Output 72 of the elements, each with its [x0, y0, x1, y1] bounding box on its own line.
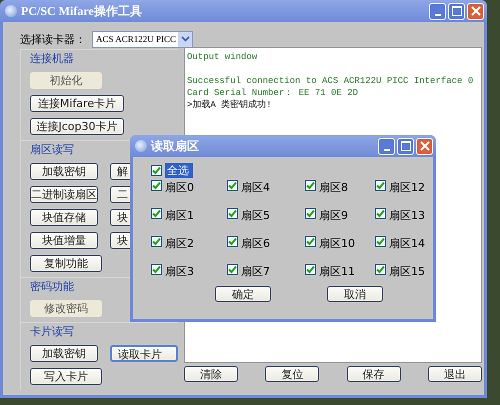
app-icon [135, 140, 147, 152]
checkbox[interactable] [151, 165, 162, 176]
select-all-label[interactable]: 全选 [165, 163, 193, 178]
checkbox[interactable] [375, 208, 386, 219]
action-button[interactable]: 加载密钥 [30, 345, 98, 362]
checkbox[interactable] [375, 180, 386, 191]
maximize-button[interactable] [397, 138, 414, 154]
group-title: 连接机器 [30, 51, 74, 66]
action-button[interactable]: 复制功能 [30, 255, 102, 272]
checkbox[interactable] [151, 208, 162, 219]
sector-label[interactable]: 扇区3 [165, 264, 194, 279]
group-title: 扇区读写 [30, 142, 74, 157]
sector-label[interactable]: 扇区8 [319, 180, 348, 195]
checkbox[interactable] [305, 208, 316, 219]
dialog-button[interactable]: 确定 [215, 286, 271, 302]
checkbox[interactable] [305, 264, 316, 275]
close-button[interactable] [467, 2, 484, 20]
checkbox[interactable] [227, 208, 238, 219]
sector-label[interactable]: 扇区1 [165, 208, 194, 223]
sector-label[interactable]: 扇区10 [319, 236, 355, 251]
minimize-button[interactable] [429, 2, 446, 20]
maximize-button[interactable] [448, 2, 465, 20]
sector-label[interactable]: 扇区6 [241, 236, 270, 251]
checkbox[interactable] [227, 236, 238, 247]
reader-label: 选择读卡器： [20, 32, 86, 46]
output-line: Card Serial Number： EE 71 0E 2D [187, 87, 360, 99]
action-button[interactable]: 写入卡片 [30, 368, 102, 385]
window-title: PC/SC Mifare操作工具 [21, 2, 143, 20]
action-button[interactable]: 二进制读扇区 [30, 186, 98, 203]
action-button[interactable]: 块值存储 [30, 209, 98, 226]
close-icon [470, 6, 480, 16]
bottom-button[interactable]: 保存 [346, 366, 401, 382]
output-line: >加载A 类密钥成功! [187, 99, 273, 111]
sector-label[interactable]: 扇区7 [241, 264, 270, 279]
sector-label[interactable]: 扇区9 [319, 208, 348, 223]
checkbox[interactable] [151, 236, 162, 247]
dialog-title: 读取扇区 [151, 138, 200, 154]
bottom-button[interactable]: 清除 [184, 366, 238, 382]
sector-label[interactable]: 扇区5 [241, 208, 270, 223]
checkbox[interactable] [151, 264, 162, 275]
bottom-button[interactable]: 退出 [428, 366, 482, 382]
sector-label[interactable]: 扇区14 [389, 236, 425, 251]
dialog-button[interactable]: 取消 [327, 286, 383, 302]
sector-label[interactable]: 扇区4 [241, 180, 270, 195]
group-title: 密码功能 [30, 279, 74, 294]
minimize-button[interactable] [378, 138, 395, 154]
group-title: 卡片读写 [30, 324, 74, 339]
action-button[interactable]: 加载密钥 [30, 163, 98, 180]
sector-label[interactable]: 扇区0 [165, 180, 194, 195]
close-button[interactable] [416, 138, 433, 154]
sector-label[interactable]: 扇区13 [389, 208, 425, 223]
sector-label[interactable]: 扇区2 [165, 236, 194, 251]
output-line: Output window [187, 51, 258, 63]
action-button[interactable]: 读取卡片 [110, 345, 178, 362]
sector-label[interactable]: 扇区12 [389, 180, 425, 195]
output-line: Successful connection to ACS ACR122U PICC Interface 0 [187, 75, 474, 87]
action-button[interactable]: 连接Jcop30卡片 [30, 118, 124, 135]
action-button[interactable]: 连接Mifare卡片 [30, 95, 124, 112]
action-button[interactable]: 块值增量 [30, 232, 98, 249]
checkbox[interactable] [227, 180, 238, 191]
app-icon [5, 5, 17, 17]
checkbox[interactable] [375, 236, 386, 247]
bottom-button[interactable]: 复位 [265, 366, 320, 382]
checkbox[interactable] [151, 180, 162, 191]
checkbox[interactable] [305, 180, 316, 191]
sector-label[interactable]: 扇区11 [319, 264, 355, 279]
checkbox[interactable] [375, 264, 386, 275]
checkbox[interactable] [305, 236, 316, 247]
checkbox[interactable] [227, 264, 238, 275]
reader-dropdown[interactable]: ACS ACR122U PICC [92, 30, 194, 48]
close-icon [420, 141, 430, 151]
sector-label[interactable]: 扇区15 [389, 264, 425, 279]
